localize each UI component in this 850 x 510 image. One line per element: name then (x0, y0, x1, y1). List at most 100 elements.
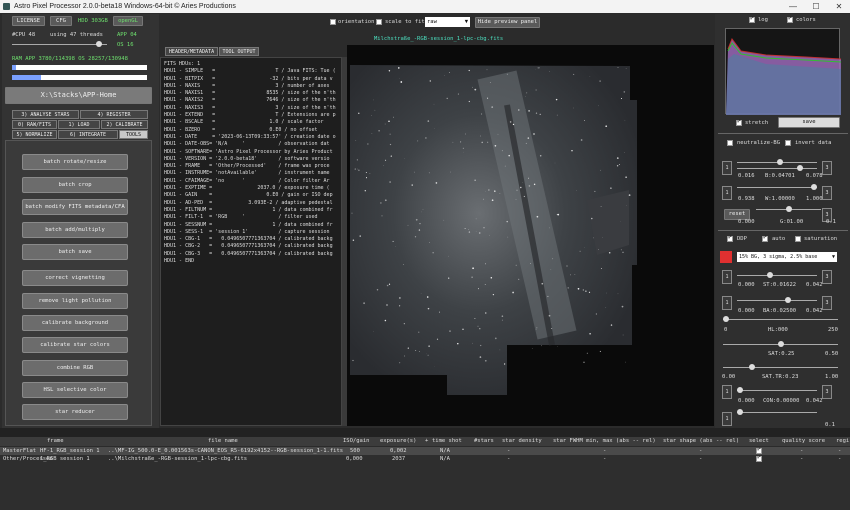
w-step-up-button[interactable]: 3 (822, 186, 832, 200)
star (490, 277, 493, 279)
working-folder-button[interactable]: X:\Stacks\APP-Home (5, 87, 152, 104)
log-checkbox[interactable] (749, 15, 755, 23)
col-registration[interactable]: regi (836, 437, 849, 446)
st-step-up-button[interactable]: 3 (822, 270, 832, 284)
star (427, 120, 430, 122)
st-step-down-button[interactable]: 1 (722, 270, 732, 284)
batch-save-button[interactable]: batch save (22, 244, 128, 260)
g-slider[interactable] (756, 206, 821, 212)
col-star-shape[interactable]: star shape (abs -- rel) (663, 437, 739, 446)
star (501, 150, 503, 152)
star (403, 323, 405, 325)
star (520, 186, 522, 189)
b-slider-1[interactable] (737, 159, 817, 165)
calibrate-star-colors-button[interactable]: calibrate star colors (22, 337, 128, 353)
star (541, 282, 544, 285)
ba-slider[interactable] (737, 297, 817, 303)
star (359, 235, 361, 237)
extra-step-down-button[interactable]: 1 (722, 412, 732, 426)
neutralize-bg-checkbox[interactable] (727, 140, 733, 146)
tab-calibrate[interactable]: 2) CALIBRATE (101, 120, 148, 129)
colors-checkbox[interactable] (787, 15, 793, 23)
batch-crop-button[interactable]: batch crop (22, 177, 128, 193)
orientation-checkbox[interactable] (330, 19, 336, 25)
star (355, 140, 357, 141)
save-button[interactable]: save (778, 117, 840, 128)
table-row[interactable]: MasterFlat HF-1_RGB_session 1 ..\MF-IG_5… (0, 446, 850, 455)
hdd-label: HDD 303GB (78, 18, 108, 24)
col-select[interactable]: select (749, 437, 769, 446)
auto-checkbox[interactable] (762, 234, 768, 242)
col-time-shot[interactable]: time shot (432, 437, 462, 446)
opengl-button[interactable]: openGL (113, 16, 143, 26)
ddp-preset-select[interactable]: 15% BG, 3 sigma, 2.5% base ▼ (737, 252, 837, 262)
hide-preview-button[interactable]: Hide preview panel (475, 17, 540, 28)
star (605, 125, 608, 128)
fits-header-line: HDU1 - FILT-1 = 'RGB ' / filter used (164, 214, 318, 221)
maximize-button[interactable]: ☐ (805, 0, 827, 13)
calibrate-background-button[interactable]: calibrate background (22, 315, 128, 331)
tab-header-metadata[interactable]: HEADER/METADATA (165, 47, 218, 56)
threads-slider[interactable] (12, 41, 107, 47)
w-step-down-button[interactable]: 1 (722, 186, 732, 200)
scale-to-fit-checkbox[interactable] (376, 19, 382, 25)
col-file-name[interactable]: file name (208, 437, 238, 446)
stretch-checkbox[interactable] (736, 118, 742, 126)
star (371, 115, 372, 116)
close-button[interactable]: ✕ (828, 0, 850, 13)
license-button[interactable]: LICENSE (12, 16, 45, 26)
ddp-checkbox[interactable] (727, 234, 733, 242)
st-slider[interactable] (737, 272, 817, 278)
tab-normalize[interactable]: 5) NORMALIZE (12, 130, 57, 139)
batch-modify-fits-button[interactable]: batch modify FITS metadata/CFA (22, 199, 128, 215)
sat-slider[interactable] (723, 341, 838, 347)
extra-slider[interactable] (737, 409, 817, 415)
cfg-button[interactable]: CFG (50, 16, 72, 26)
ddp-color-swatch[interactable] (720, 251, 732, 263)
tab-register[interactable]: 4) REGISTER (80, 110, 148, 119)
w-slider[interactable] (737, 184, 817, 190)
star (535, 328, 537, 330)
tab-tool-output[interactable]: TOOL OUTPUT (219, 47, 259, 56)
image-preview[interactable] (347, 45, 714, 426)
table-row[interactable]: Other/Processed 1_RGB session 1 ..\Milch… (0, 454, 850, 463)
correct-vignetting-button[interactable]: correct vignetting (22, 270, 128, 286)
tab-integrate[interactable]: 6) INTEGRATE (58, 130, 118, 139)
star-reducer-button[interactable]: star reducer (22, 404, 128, 420)
tab-tools[interactable]: TOOLS (119, 130, 148, 139)
tab-load[interactable]: 1) LOAD (58, 120, 100, 129)
col-quality-score[interactable]: quality score (782, 437, 825, 446)
col-sort[interactable]: + (425, 437, 428, 446)
row2-select-checkbox[interactable] (756, 454, 762, 462)
b-slider-2[interactable] (737, 165, 817, 171)
sat-tr-slider[interactable] (723, 364, 838, 370)
tab-analyse-stars[interactable]: 3) ANALYSE STARS (12, 110, 79, 119)
combine-rgb-button[interactable]: combine RGB (22, 360, 128, 376)
con-step-down-button[interactable]: 1 (722, 385, 732, 399)
invert-data-checkbox[interactable] (785, 140, 791, 146)
batch-rotate-resize-button[interactable]: batch rotate/resize (22, 154, 128, 170)
b-step-up-button[interactable]: 3 (822, 161, 832, 175)
col-iso-gain[interactable]: ISO/gain (343, 437, 370, 446)
col-exposure[interactable]: exposure(s) (380, 437, 416, 446)
hl-slider[interactable] (723, 316, 838, 322)
batch-add-multiply-button[interactable]: batch add/multiply (22, 222, 128, 238)
col-stars[interactable]: #stars (474, 437, 494, 446)
ba-step-down-button[interactable]: 1 (722, 296, 732, 310)
star (374, 109, 376, 111)
row2-exposure: 2037 (392, 456, 406, 462)
con-step-up-button[interactable]: 3 (822, 385, 832, 399)
tab-raw-fits[interactable]: 0) RAW/FITS (12, 120, 57, 129)
col-star-fwhm[interactable]: star FWHM min, max (abs -- rel) (553, 437, 656, 446)
col-frame[interactable]: frame (47, 437, 64, 446)
remove-light-pollution-button[interactable]: remove light pollution (22, 293, 128, 309)
ba-step-up-button[interactable]: 3 (822, 296, 832, 310)
con-slider[interactable] (737, 387, 817, 393)
hsl-selective-color-button[interactable]: HSL selective color (22, 382, 128, 398)
saturation-checkbox[interactable] (795, 236, 801, 242)
minimize-button[interactable]: — (782, 0, 804, 13)
col-star-density[interactable]: star density (502, 437, 542, 446)
b-step-down-button[interactable]: 1 (722, 161, 732, 175)
display-mode-select[interactable]: raw ▼ (425, 17, 470, 27)
row2-fwhm: - (603, 456, 607, 462)
